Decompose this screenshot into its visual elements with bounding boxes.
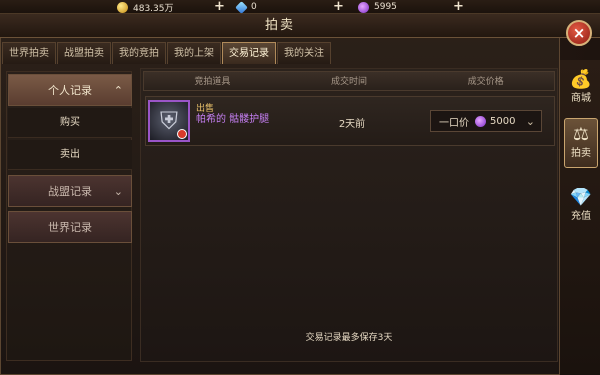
- buy-records-item[interactable]: 购买: [8, 108, 132, 138]
- money-bag-icon: 💰: [569, 69, 593, 90]
- tab-trade-records[interactable]: 交易记录: [222, 42, 276, 64]
- amethyst-amount: 5995: [374, 2, 397, 12]
- currency-bar: 483.35万 + 0 + 5995 +: [0, 0, 600, 14]
- personal-records-category[interactable]: 个人记录 ⌃: [8, 74, 132, 106]
- tab-my-listings[interactable]: 我的上架: [167, 42, 221, 64]
- table-header: 竞拍道具 成交时间 成交价格: [143, 71, 555, 91]
- retention-note: 交易记录最多保存3天: [305, 333, 393, 343]
- item-icon[interactable]: ⛨: [148, 100, 190, 142]
- title-bar: 拍卖: [0, 14, 600, 38]
- tab-guild-auction[interactable]: 战盟拍卖: [57, 42, 111, 64]
- add-diamond-plus-icon[interactable]: +: [333, 0, 344, 14]
- header-item: 竞拍道具: [194, 77, 231, 87]
- amethyst-currency: 5995: [358, 0, 397, 14]
- gold-amount: 483.35万: [133, 3, 174, 14]
- chevron-down-icon[interactable]: ⌄: [526, 115, 535, 128]
- tab-bar: 世界拍卖 战盟拍卖 我的竞拍 我的上架 交易记录 我的关注: [0, 40, 560, 64]
- header-time: 成交时间: [331, 77, 368, 87]
- amethyst-icon: [475, 115, 486, 127]
- close-icon[interactable]: ×: [566, 20, 592, 46]
- records-table: 竞拍道具 成交时间 成交价格 ⛨ 出售 帕希的 骷髅护腿 2天前 一口价 500…: [140, 68, 558, 362]
- side-item-shop[interactable]: 💰 商城: [564, 64, 598, 114]
- side-item-label: 充值: [571, 211, 591, 222]
- personal-records-label: 个人记录: [48, 84, 92, 97]
- gavel-icon: ⚖: [572, 124, 590, 145]
- tab-my-bids[interactable]: 我的竞拍: [112, 42, 166, 64]
- side-item-auction[interactable]: ⚖ 拍卖: [564, 118, 598, 168]
- header-price: 成交价格: [467, 77, 504, 87]
- tab-my-watchlist[interactable]: 我的关注: [277, 42, 331, 64]
- bound-badge-icon: [177, 129, 187, 139]
- sell-records-item[interactable]: 卖出: [8, 140, 132, 170]
- diamond-amount: 0: [251, 2, 257, 12]
- side-item-recharge[interactable]: 💎 充值: [564, 182, 598, 232]
- world-records-label: 世界记录: [48, 221, 92, 234]
- side-item-label: 拍卖: [571, 148, 591, 159]
- gold-coin-icon: [117, 1, 128, 13]
- add-amethyst-plus-icon[interactable]: +: [453, 0, 464, 14]
- diamond-gem-icon: 💎: [569, 187, 593, 208]
- chevron-up-icon: ⌃: [113, 84, 123, 97]
- diamond-icon: [235, 0, 248, 14]
- amethyst-icon: [358, 1, 369, 13]
- record-category-panel: 个人记录 ⌃ 购买 卖出 战盟记录 ⌄ 世界记录: [6, 71, 132, 361]
- table-row[interactable]: ⛨ 出售 帕希的 骷髅护腿 2天前 一口价 5000 ⌄: [145, 96, 555, 146]
- window-title: 拍卖: [264, 18, 295, 33]
- diamond-currency: 0: [235, 0, 257, 14]
- price-value: 5000: [490, 115, 516, 127]
- price-type-label: 一口价: [439, 117, 469, 129]
- tab-world-auction[interactable]: 世界拍卖: [2, 42, 56, 64]
- side-item-label: 商城: [571, 93, 591, 104]
- trade-time: 2天前: [338, 119, 366, 130]
- item-name: 帕希的 骷髅护腿: [196, 114, 270, 125]
- guild-records-category[interactable]: 战盟记录 ⌄: [8, 175, 132, 207]
- guild-records-label: 战盟记录: [48, 185, 92, 198]
- gold-currency: 483.35万: [117, 0, 174, 14]
- chevron-down-icon: ⌄: [113, 185, 123, 198]
- price-box[interactable]: 一口价 5000 ⌄: [430, 110, 542, 132]
- add-gold-plus-icon[interactable]: +: [214, 0, 225, 14]
- world-records-category[interactable]: 世界记录: [8, 211, 132, 243]
- side-menu: 💰 商城 ⚖ 拍卖 💎 充值: [560, 60, 600, 375]
